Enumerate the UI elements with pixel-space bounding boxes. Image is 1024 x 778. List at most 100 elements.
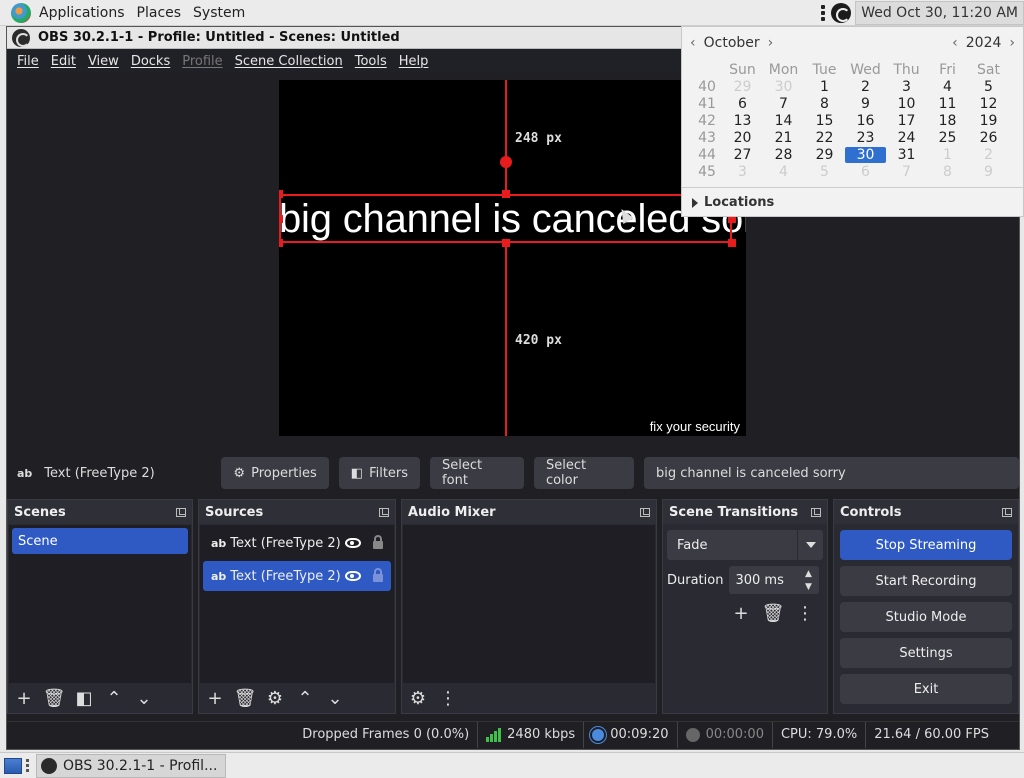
- calendar-day[interactable]: 5: [968, 79, 1009, 95]
- calendar-day[interactable]: 4: [763, 164, 804, 180]
- grip-handle-icon[interactable]: [26, 759, 32, 772]
- calendar-day[interactable]: 7: [763, 96, 804, 112]
- calendar-day[interactable]: 10: [886, 96, 927, 112]
- distro-logo-icon[interactable]: [11, 2, 31, 23]
- add-transition-icon[interactable]: +: [727, 600, 755, 626]
- visibility-eye-icon[interactable]: [345, 571, 361, 581]
- resize-handle-bl[interactable]: [279, 239, 283, 247]
- calendar-day[interactable]: 24: [886, 130, 927, 146]
- source-item[interactable]: ab Text (FreeType 2) 2: [203, 528, 391, 558]
- add-source-icon[interactable]: +: [201, 685, 229, 711]
- select-font-button[interactable]: Select font: [430, 457, 524, 489]
- text-value-field[interactable]: big channel is canceled sorry: [643, 457, 1019, 489]
- calendar-day[interactable]: 13: [722, 113, 763, 129]
- studio-mode-button[interactable]: Studio Mode: [840, 602, 1012, 632]
- trash-icon[interactable]: 🗑: [759, 600, 787, 626]
- move-down-icon[interactable]: ⌄: [130, 685, 158, 711]
- calendar-day[interactable]: 11: [927, 96, 968, 112]
- calendar-day[interactable]: 20: [722, 130, 763, 146]
- lock-icon[interactable]: [373, 568, 383, 582]
- move-up-icon[interactable]: ⌃: [100, 685, 128, 711]
- select-color-button[interactable]: Select color: [533, 457, 634, 489]
- move-up-icon[interactable]: ⌃: [291, 685, 319, 711]
- calendar-day[interactable]: 3: [722, 164, 763, 180]
- menu-tools[interactable]: Tools: [349, 54, 393, 69]
- calendar-day[interactable]: 1: [804, 79, 845, 95]
- rotation-handle[interactable]: [500, 156, 512, 168]
- menu-docks[interactable]: Docks: [125, 54, 176, 69]
- calendar-day[interactable]: 6: [722, 96, 763, 112]
- start-recording-button[interactable]: Start Recording: [840, 566, 1012, 596]
- resize-handle-b[interactable]: [502, 239, 510, 247]
- calendar-day[interactable]: 12: [968, 96, 1009, 112]
- add-scene-icon[interactable]: +: [10, 685, 38, 711]
- tray-menu-icon[interactable]: [821, 4, 827, 21]
- settings-button[interactable]: Settings: [840, 638, 1012, 668]
- calendar-day[interactable]: 17: [886, 113, 927, 129]
- calendar-day[interactable]: 18: [927, 113, 968, 129]
- calendar-day[interactable]: 28: [763, 147, 804, 163]
- calendar-day[interactable]: 30: [845, 146, 886, 163]
- visibility-eye-icon[interactable]: [345, 538, 361, 548]
- chevron-up-icon[interactable]: ▲: [805, 569, 812, 579]
- transition-select[interactable]: Fade: [667, 530, 823, 560]
- prev-month-icon[interactable]: ‹: [690, 35, 696, 51]
- menu-scene-collection[interactable]: Scene Collection: [229, 54, 349, 69]
- calendar-day[interactable]: 3: [886, 79, 927, 95]
- undock-icon[interactable]: [1002, 507, 1012, 517]
- panel-clock[interactable]: Wed Oct 30, 11:20 AM: [855, 0, 1024, 25]
- resize-handle-br[interactable]: [728, 239, 736, 247]
- trash-icon[interactable]: 🗑: [231, 685, 259, 711]
- resize-handle-l[interactable]: [279, 215, 283, 223]
- exit-button[interactable]: Exit: [840, 674, 1012, 704]
- system-menu[interactable]: System: [187, 5, 251, 21]
- places-menu[interactable]: Places: [131, 5, 188, 21]
- chevron-down-icon[interactable]: ▼: [805, 582, 812, 592]
- undock-icon[interactable]: [176, 507, 186, 517]
- scene-filters-icon[interactable]: ◧: [70, 685, 98, 711]
- advanced-audio-gear-icon[interactable]: ⚙: [404, 685, 432, 711]
- source-item[interactable]: ab Text (FreeType 2): [203, 561, 391, 591]
- calendar-day[interactable]: 26: [968, 130, 1009, 146]
- calendar-day[interactable]: 8: [927, 164, 968, 180]
- menu-help[interactable]: Help: [393, 54, 435, 69]
- prev-year-icon[interactable]: ‹: [952, 35, 958, 51]
- duration-spinbox[interactable]: 300 ms ▲ ▼: [729, 566, 820, 594]
- next-month-icon[interactable]: ›: [768, 35, 774, 51]
- calendar-day[interactable]: 25: [927, 130, 968, 146]
- calendar-day[interactable]: 7: [886, 164, 927, 180]
- calendar-day[interactable]: 30: [763, 79, 804, 95]
- calendar-day[interactable]: 1: [927, 147, 968, 163]
- menu-profile[interactable]: Profile: [176, 54, 228, 69]
- calendar-day[interactable]: 9: [968, 164, 1009, 180]
- resize-handle-t[interactable]: [502, 190, 510, 198]
- calendar-day[interactable]: 5: [804, 164, 845, 180]
- calendar-day[interactable]: 22: [804, 130, 845, 146]
- selection-box[interactable]: [279, 194, 732, 243]
- undock-icon[interactable]: [379, 507, 389, 517]
- locations-expander[interactable]: Locations: [692, 195, 774, 210]
- calendar-day[interactable]: 14: [763, 113, 804, 129]
- calendar-day[interactable]: 9: [845, 96, 886, 112]
- more-options-icon[interactable]: ⋮: [791, 600, 819, 626]
- calendar-day[interactable]: 4: [927, 79, 968, 95]
- calendar-day[interactable]: 8: [804, 96, 845, 112]
- menu-view[interactable]: View: [82, 54, 125, 69]
- filters-button[interactable]: ◧ Filters: [338, 457, 421, 489]
- calendar-day[interactable]: 29: [722, 79, 763, 95]
- scene-item[interactable]: Scene: [12, 528, 188, 554]
- preview-canvas[interactable]: 248 px 420 px big channel is canceled so…: [279, 80, 746, 436]
- calendar-day[interactable]: 2: [968, 147, 1009, 163]
- stop-streaming-button[interactable]: Stop Streaming: [840, 530, 1012, 560]
- calendar-day[interactable]: 16: [845, 113, 886, 129]
- menu-edit[interactable]: Edit: [45, 54, 82, 69]
- undock-icon[interactable]: [640, 507, 650, 517]
- calendar-day[interactable]: 31: [886, 147, 927, 163]
- obs-tray-icon[interactable]: [831, 2, 852, 23]
- move-down-icon[interactable]: ⌄: [321, 685, 349, 711]
- calendar-day[interactable]: 29: [804, 147, 845, 163]
- lock-icon[interactable]: [373, 535, 383, 549]
- menu-file[interactable]: File: [11, 54, 45, 69]
- taskbar-obs-window-button[interactable]: OBS 30.2.1-1 - Profil...: [36, 753, 227, 778]
- calendar-day[interactable]: 23: [845, 130, 886, 146]
